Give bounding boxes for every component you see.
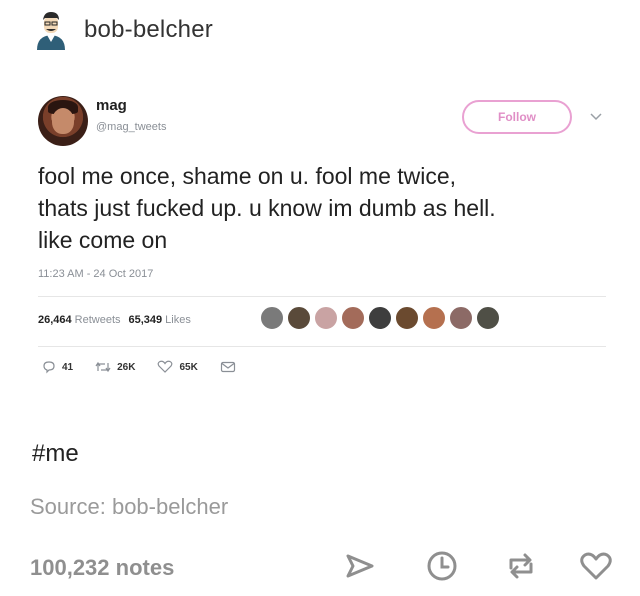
- tweet-text-line: like come on: [38, 227, 168, 253]
- liker-avatar: [476, 306, 500, 330]
- liker-avatar: [341, 306, 365, 330]
- reply-icon: [43, 361, 55, 374]
- liker-avatars: [260, 306, 503, 330]
- tweet-text-line: thats just fucked up. u know im dumb as …: [38, 195, 496, 221]
- tweet-avatar: [38, 96, 88, 146]
- tweet-timestamp: 11:23 AM - 24 Oct 2017: [38, 268, 154, 280]
- like-icon: [158, 360, 173, 373]
- tweet-author-handle: @mag_tweets: [96, 121, 167, 133]
- liker-avatar: [287, 306, 311, 330]
- source-label: Source:: [30, 494, 106, 519]
- blog-name[interactable]: bob-belcher: [84, 16, 213, 44]
- retweets-count: 26,464: [38, 314, 72, 326]
- like-action: 65K: [157, 360, 198, 374]
- clock-icon[interactable]: [424, 548, 460, 584]
- tweet-text: fool me once, shame on u. fool me twice,…: [38, 160, 608, 256]
- liker-avatar: [368, 306, 392, 330]
- retweet-count: 26K: [117, 361, 136, 373]
- notes-count[interactable]: 100,232 notes: [30, 555, 174, 581]
- follow-button: Follow: [462, 100, 572, 134]
- retweets-label: Retweets: [74, 314, 121, 326]
- tweet-author-name: mag: [96, 97, 127, 114]
- blog-avatar[interactable]: [34, 10, 68, 50]
- post-tag[interactable]: #me: [32, 440, 79, 468]
- divider: [38, 346, 606, 347]
- liker-avatar: [260, 306, 284, 330]
- likes-count: 65,349: [128, 314, 163, 326]
- tweet-actions: 41 26K 65K: [42, 360, 264, 374]
- liker-avatar: [395, 306, 419, 330]
- dm-action: [220, 360, 242, 374]
- heart-icon[interactable]: [578, 548, 614, 584]
- liker-avatar: [449, 306, 473, 330]
- retweet-action: 26K: [95, 360, 135, 374]
- post-header: bob-belcher: [34, 10, 213, 50]
- chevron-down-icon: [590, 113, 602, 121]
- post-source[interactable]: Source: bob-belcher: [30, 494, 228, 520]
- likes-label: Likes: [165, 314, 191, 326]
- divider: [38, 296, 606, 297]
- avatar-illustration-icon: [37, 12, 65, 50]
- reply-action: 41: [42, 360, 73, 374]
- dm-icon: [220, 361, 235, 373]
- retweet-icon: [95, 361, 111, 373]
- reply-count: 41: [62, 361, 74, 373]
- like-count: 65K: [179, 361, 198, 373]
- source-value[interactable]: bob-belcher: [112, 494, 228, 519]
- liker-avatar: [314, 306, 338, 330]
- liker-avatar: [422, 306, 446, 330]
- reblog-icon[interactable]: [503, 548, 539, 584]
- tweet-text-line: fool me once, shame on u. fool me twice,: [38, 163, 457, 189]
- share-icon[interactable]: [342, 548, 378, 584]
- tweet-stats: 26,464 Retweets 65,349 Likes: [38, 314, 199, 326]
